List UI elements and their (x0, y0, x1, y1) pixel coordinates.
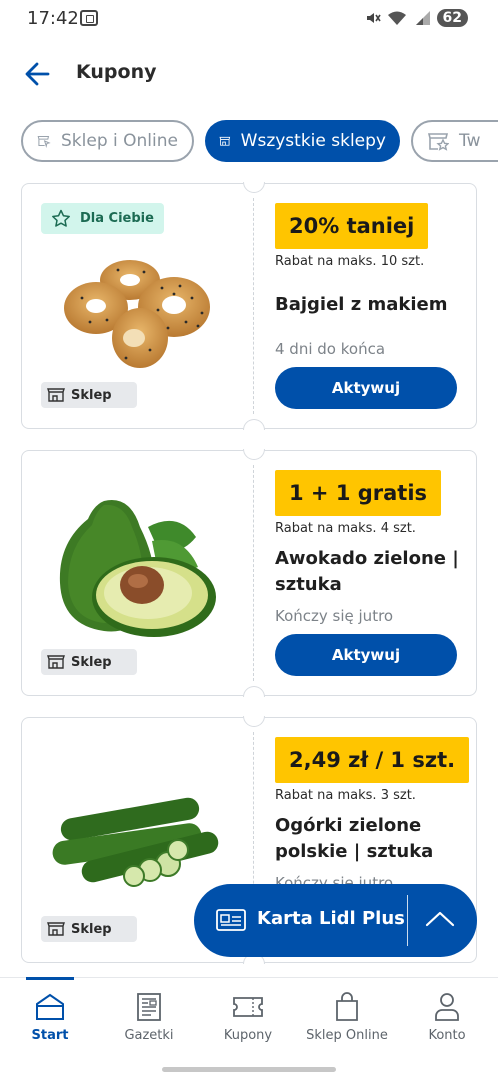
card-icon (216, 909, 246, 931)
favorite-store-icon (427, 133, 449, 151)
channel-label: Sklep (71, 387, 112, 403)
limit-text: Rabat na maks. 4 szt. (275, 521, 416, 536)
coupon-notch-bottom (243, 686, 265, 697)
promo-badge: 20% taniej (275, 203, 429, 249)
for-you-badge: Dla Ciebie (41, 203, 164, 234)
activate-button[interactable]: Aktywuj (275, 367, 457, 409)
channel-badge: Sklep (41, 649, 137, 675)
nav-start[interactable]: Start (1, 992, 99, 1043)
filter-chip-all-stores[interactable]: Wszystkie sklepy (205, 120, 400, 162)
nav-label: Kupony (223, 1028, 273, 1043)
filter-chip-label: Wszystkie sklepy (240, 131, 386, 151)
limit-text: Rabat na maks. 3 szt. (275, 788, 416, 803)
nav-label: Konto (428, 1028, 466, 1043)
store-icon (219, 136, 231, 146)
screenshot-icon (80, 10, 98, 26)
filter-chip-store-online[interactable]: Sklep i Online (21, 120, 194, 162)
back-arrow-icon[interactable] (22, 58, 54, 90)
store-online-icon (37, 136, 51, 148)
app-header: Kupony (0, 46, 498, 102)
wifi-icon (387, 11, 406, 25)
page-title: Kupony (76, 61, 157, 83)
expiry-text: 4 dni do końca (275, 340, 386, 358)
store-icon (47, 655, 65, 669)
status-bar: 17:42 62 (0, 0, 498, 40)
store-icon (47, 922, 65, 936)
lidl-plus-card-label: Karta Lidl Plus (257, 908, 405, 929)
promo-badge: 1 + 1 gratis (275, 470, 442, 516)
coupon-notch-top (243, 182, 265, 193)
chevron-up-icon[interactable] (425, 910, 455, 928)
activate-button[interactable]: Aktywuj (275, 634, 457, 676)
store-icon (47, 388, 65, 402)
nav-gazetki[interactable]: Gazetki (100, 992, 198, 1043)
mute-icon (366, 13, 381, 23)
filter-chips: Sklep i Online Wszystkie sklepy Tw (0, 118, 498, 164)
status-time: 17:42 (27, 8, 79, 29)
coupon-notch-top (243, 449, 265, 460)
nav-sklep-online[interactable]: Sklep Online (298, 992, 396, 1043)
avocado-image (59, 500, 216, 637)
coupon-notch-top (243, 716, 265, 727)
nav-label: Sklep Online (306, 1028, 388, 1043)
home-icon (36, 993, 64, 1020)
signal-icon (415, 11, 430, 25)
limit-text: Rabat na maks. 10 szt. (275, 254, 425, 269)
channel-label: Sklep (71, 921, 112, 937)
coupon-icon (233, 997, 263, 1017)
card-separator (407, 895, 408, 946)
promo-badge: 2,49 zł / 1 szt. (275, 737, 470, 783)
battery-indicator: 62 (436, 9, 468, 27)
product-name: Bajgiel z makiem (275, 294, 448, 315)
coupon-divider (253, 465, 254, 681)
active-tab-indicator (26, 977, 74, 980)
coupon-card[interactable]: Sklep 1 + 1 gratis Rabat na maks. 4 szt.… (21, 449, 477, 697)
leaflet-icon (137, 993, 161, 1021)
nav-label: Gazetki (124, 1028, 174, 1043)
cucumber-image (52, 797, 219, 887)
filter-chip-favorite-store[interactable]: Tw (411, 120, 498, 162)
product-name: Ogórki zielone polskie | sztuka (275, 815, 434, 862)
channel-badge: Sklep (41, 382, 137, 408)
coupon-notch-bottom (243, 419, 265, 430)
nav-kupony[interactable]: Kupony (199, 992, 297, 1043)
home-indicator-bar[interactable] (162, 1067, 336, 1072)
nav-label: Start (31, 1028, 69, 1043)
account-icon (435, 993, 459, 1021)
channel-label: Sklep (71, 654, 112, 670)
bottom-navigation: Start Gazetki Kupony Sklep Online Konto (0, 977, 498, 1080)
expiry-text: Kończy się jutro (275, 607, 394, 625)
filter-chip-label: Tw (459, 131, 481, 151)
badge-label: Dla Ciebie (80, 211, 154, 226)
bagel-image (64, 260, 210, 368)
product-name: Awokado zielone | sztuka (275, 548, 459, 595)
status-icons: 62 (365, 9, 468, 27)
star-icon (52, 209, 70, 227)
filter-chip-label: Sklep i Online (61, 131, 178, 151)
channel-badge: Sklep (41, 916, 137, 942)
coupon-card[interactable]: Dla Ciebie Sklep 20% taniej Rabat na mak… (21, 182, 477, 430)
coupon-divider (253, 198, 254, 414)
lidl-plus-card-button[interactable]: Karta Lidl Plus (194, 884, 477, 957)
nav-konto[interactable]: Konto (398, 992, 496, 1043)
shopping-bag-icon (336, 992, 358, 1021)
